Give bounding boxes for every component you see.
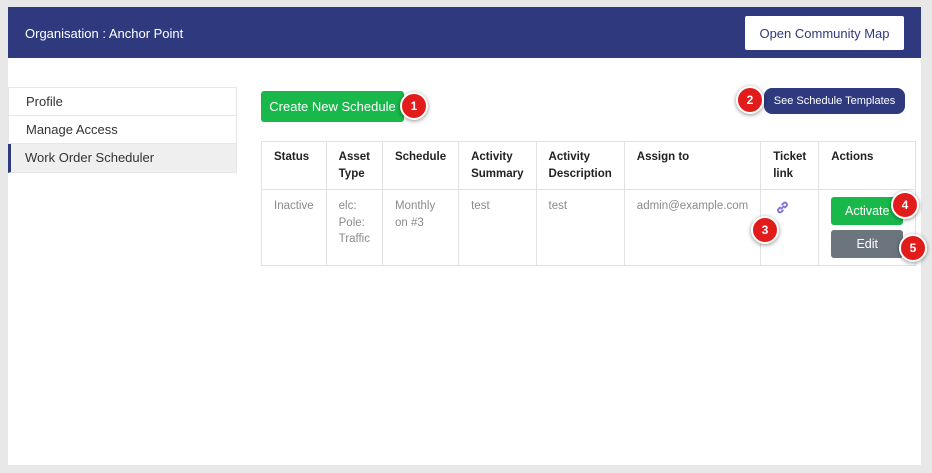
cell-activity-summary: test (458, 189, 537, 266)
organisation-title: Organisation : Anchor Point (25, 26, 184, 41)
callout-badge-4: 4 (891, 191, 919, 219)
header-actions: Actions (818, 141, 917, 190)
schedule-table: Status Asset Type Schedule Activity Summar… (261, 141, 917, 266)
open-community-map-button[interactable]: Open Community Map (745, 16, 904, 50)
top-bar: Organisation : Anchor Point Open Communi… (8, 7, 921, 58)
app-frame: Organisation : Anchor Point Open Communi… (8, 7, 927, 465)
header-asset-type: Asset Type (325, 141, 383, 190)
sidebar-item-work-order-scheduler[interactable]: Work Order Scheduler (8, 144, 237, 173)
callout-badge-5: 5 (899, 234, 927, 262)
create-new-schedule-button[interactable]: Create New Schedule (261, 91, 404, 122)
header-status: Status (261, 141, 327, 190)
table-header-row: Status Asset Type Schedule Activity Summar… (261, 141, 917, 190)
sidebar-item-label: Manage Access (26, 121, 118, 137)
header-ticket-link: Ticket link (760, 141, 820, 190)
table-row: Inactive elc: Pole: Traffic Monthly on #3 t… (261, 189, 917, 266)
header-activity-summary: Activity Summary (458, 141, 537, 190)
link-icon[interactable] (776, 201, 789, 220)
callout-badge-3: 3 (751, 216, 779, 244)
cell-schedule: Monthly on #3 (381, 189, 460, 266)
sidebar: Profile Manage Access Work Order Schedul… (8, 87, 237, 173)
sidebar-item-manage-access[interactable]: Manage Access (8, 115, 237, 144)
cell-asset-type: elc: Pole: Traffic (325, 189, 383, 266)
callout-badge-2: 2 (736, 86, 764, 114)
header-schedule: Schedule (381, 141, 460, 190)
sidebar-item-profile[interactable]: Profile (8, 87, 237, 116)
cell-activity-description: test (535, 189, 625, 266)
sidebar-item-label: Work Order Scheduler (25, 150, 155, 166)
cell-assign-to: admin@example.com (623, 189, 762, 266)
callout-badge-1: 1 (400, 92, 428, 120)
see-schedule-templates-button[interactable]: See Schedule Templates (764, 88, 905, 114)
header-activity-description: Activity Description (535, 141, 625, 190)
sidebar-item-label: Profile (26, 93, 63, 109)
cell-status: Inactive (261, 189, 327, 266)
header-assign-to: Assign to (623, 141, 762, 190)
edit-button[interactable]: Edit (831, 230, 904, 258)
